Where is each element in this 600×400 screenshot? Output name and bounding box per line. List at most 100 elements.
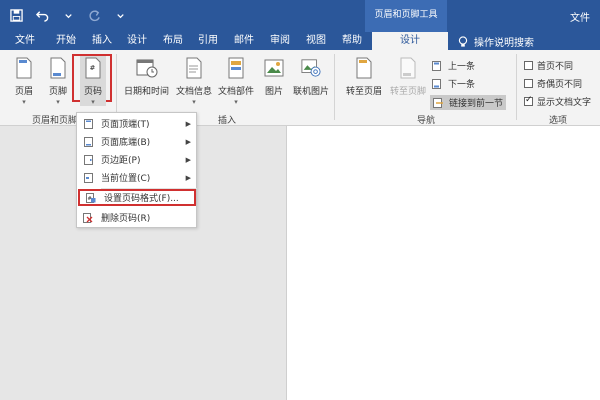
page-number-menu: 页面顶端(T) ▶ 页面底端(B) ▶ 页边距(P) ▶ 当前位置(C) ▶ #… [76, 112, 197, 228]
link-to-previous-label: 链接到前一节 [449, 99, 504, 109]
picture-label: 图片 [264, 87, 283, 97]
tab-header-footer-design[interactable]: 设计 [372, 32, 448, 50]
odd-even-different-checkbox[interactable]: 奇偶页不同 [524, 77, 582, 90]
footer-button[interactable]: 页脚 ▾ [48, 56, 68, 106]
page-number-label: 页码 [83, 87, 102, 97]
file-name: 文件 [570, 13, 590, 24]
header-label: 页眉 [14, 87, 33, 97]
submenu-arrow-icon: ▶ [185, 155, 191, 164]
picture-button[interactable]: 图片 [264, 56, 284, 97]
goto-footer-icon [398, 56, 418, 80]
header-button[interactable]: 页眉 ▾ [14, 56, 34, 106]
goto-header-label: 转至页眉 [346, 87, 383, 97]
odd-even-different-label: 奇偶页不同 [537, 80, 583, 90]
tab-insert[interactable]: 插入 [92, 34, 112, 48]
group-label-header-footer: 页眉和页脚 [32, 116, 78, 126]
doc-parts-label: 文档部件 [218, 87, 255, 97]
title-bar: 页眉和页脚工具 文件 [0, 0, 600, 32]
menu-item-top-of-page[interactable]: 页面顶端(T) ▶ [77, 115, 198, 132]
doc-info-button[interactable]: 文档信息 ▾ [176, 56, 212, 106]
date-time-button[interactable]: 日期和时间 [124, 56, 169, 97]
tab-home[interactable]: 开始 [56, 34, 76, 48]
next-label: 下一条 [448, 80, 476, 90]
calendar-clock-icon [134, 56, 160, 80]
menu-item-current-position[interactable]: 当前位置(C) ▶ [77, 169, 198, 186]
goto-header-icon [354, 56, 374, 80]
document-info-icon [184, 56, 204, 80]
page-bottom-icon [83, 136, 93, 147]
save-icon[interactable] [8, 7, 24, 23]
online-picture-button[interactable]: 联机图片 [293, 56, 329, 97]
redo-icon[interactable] [86, 7, 102, 23]
doc-info-label: 文档信息 [176, 87, 213, 97]
tab-mailings[interactable]: 邮件 [234, 34, 254, 48]
submenu-arrow-icon: ▶ [185, 137, 191, 146]
doc-parts-button[interactable]: 文档部件 ▾ [218, 56, 254, 106]
online-picture-icon [301, 56, 321, 80]
page-number-icon: # [83, 56, 103, 80]
next-button[interactable]: 下一条 [432, 77, 475, 90]
tab-review[interactable]: 审阅 [270, 34, 290, 48]
link-icon [433, 97, 443, 108]
first-page-different-checkbox[interactable]: 首页不同 [524, 59, 573, 72]
menu-item-label: 设置页码格式(F)... [104, 194, 179, 204]
document-page[interactable] [286, 126, 600, 400]
previous-button[interactable]: 上一条 [432, 59, 475, 72]
quick-parts-icon [226, 56, 246, 80]
group-separator [116, 54, 117, 120]
chevron-down-icon: ▾ [192, 98, 196, 106]
next-icon [432, 78, 441, 89]
link-to-previous-button[interactable]: 链接到前一节 [430, 95, 507, 110]
show-document-text-label: 显示文档文字 [537, 98, 592, 108]
menu-item-label: 页边距(P) [101, 156, 141, 166]
remove-page-numbers-icon [83, 212, 93, 223]
checkbox-unchecked [524, 79, 533, 88]
tell-me-label: 操作说明搜索 [474, 38, 534, 49]
checkbox-unchecked [524, 61, 533, 70]
chevron-down-icon: ▾ [22, 98, 26, 106]
submenu-arrow-icon: ▶ [185, 119, 191, 128]
menu-item-remove-page-numbers[interactable]: 删除页码(R) [77, 209, 198, 226]
page-top-icon [83, 118, 93, 129]
header-footer-tools-label: 页眉和页脚工具 [365, 0, 447, 32]
quick-access-toolbar [8, 7, 128, 23]
header-icon [14, 56, 34, 80]
menu-item-bottom-of-page[interactable]: 页面底端(B) ▶ [77, 133, 198, 150]
tell-me-search[interactable]: 操作说明搜索 [458, 34, 534, 49]
goto-header-button[interactable]: 转至页眉 [346, 56, 382, 97]
goto-footer-button[interactable]: 转至页脚 [390, 56, 426, 97]
tab-layout[interactable]: 布局 [163, 34, 183, 48]
goto-footer-label: 转至页脚 [390, 87, 427, 97]
menu-item-format-page-numbers[interactable]: # 设置页码格式(F)... [78, 189, 196, 206]
picture-icon [264, 56, 284, 80]
menu-item-label: 页面底端(B) [101, 138, 151, 148]
undo-dropdown-icon[interactable] [60, 7, 76, 23]
group-label-insert: 插入 [218, 116, 237, 126]
menu-item-label: 页面顶端(T) [101, 120, 150, 130]
menu-item-label: 当前位置(C) [101, 174, 151, 184]
first-page-different-label: 首页不同 [537, 62, 574, 72]
submenu-arrow-icon: ▶ [185, 173, 191, 182]
checkbox-checked [524, 95, 533, 106]
tab-view[interactable]: 视图 [306, 34, 326, 48]
previous-icon [432, 60, 441, 71]
group-label-navigation: 导航 [417, 116, 436, 126]
lightbulb-icon [458, 35, 468, 47]
footer-icon [48, 56, 68, 80]
footer-label: 页脚 [48, 87, 67, 97]
show-document-text-checkbox[interactable]: 显示文档文字 [524, 95, 591, 108]
tab-help[interactable]: 帮助 [342, 34, 362, 48]
menu-item-label: 删除页码(R) [101, 214, 151, 224]
tab-references[interactable]: 引用 [198, 34, 218, 48]
customize-qat-icon[interactable] [112, 7, 128, 23]
format-page-numbers-icon: # [86, 192, 96, 203]
date-time-label: 日期和时间 [124, 87, 170, 97]
tab-file[interactable]: 文件 [15, 34, 35, 48]
current-position-icon [83, 172, 93, 183]
page-margins-icon [83, 154, 93, 165]
tab-design[interactable]: 设计 [127, 34, 147, 48]
page-number-button[interactable]: # 页码 ▾ [80, 56, 106, 106]
menu-item-page-margins[interactable]: 页边距(P) ▶ [77, 151, 198, 168]
undo-icon[interactable] [34, 7, 50, 23]
svg-text:#: # [90, 64, 96, 72]
